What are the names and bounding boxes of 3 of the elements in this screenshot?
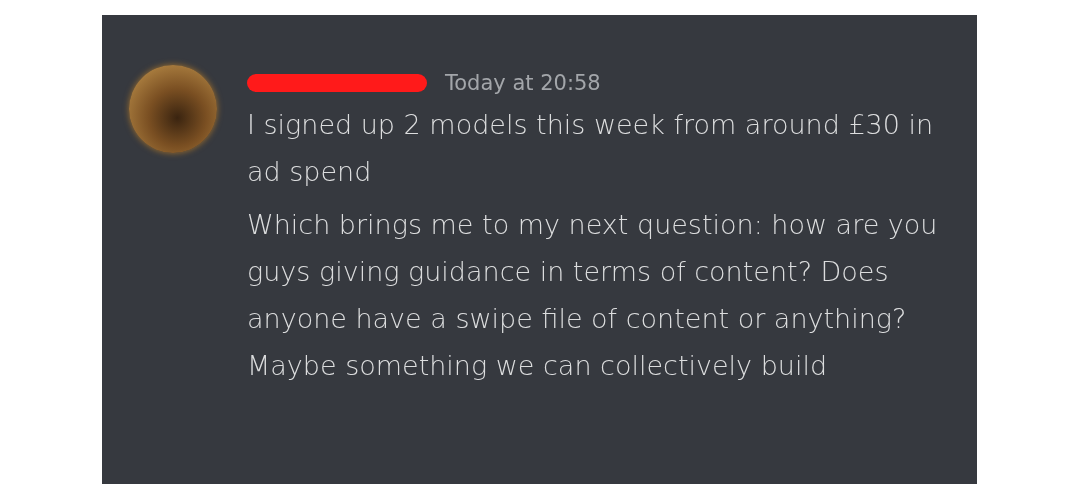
message-text: I signed up 2 models this week from around £30 in ad spend (247, 108, 935, 189)
timestamp: Today at 20:58 (445, 71, 601, 95)
message-text: Which brings me to my next question: how are you guys giving guidance in terms of content? Does anyone have a swipe file of content or anything? Maybe something we can collectively build (247, 208, 939, 383)
